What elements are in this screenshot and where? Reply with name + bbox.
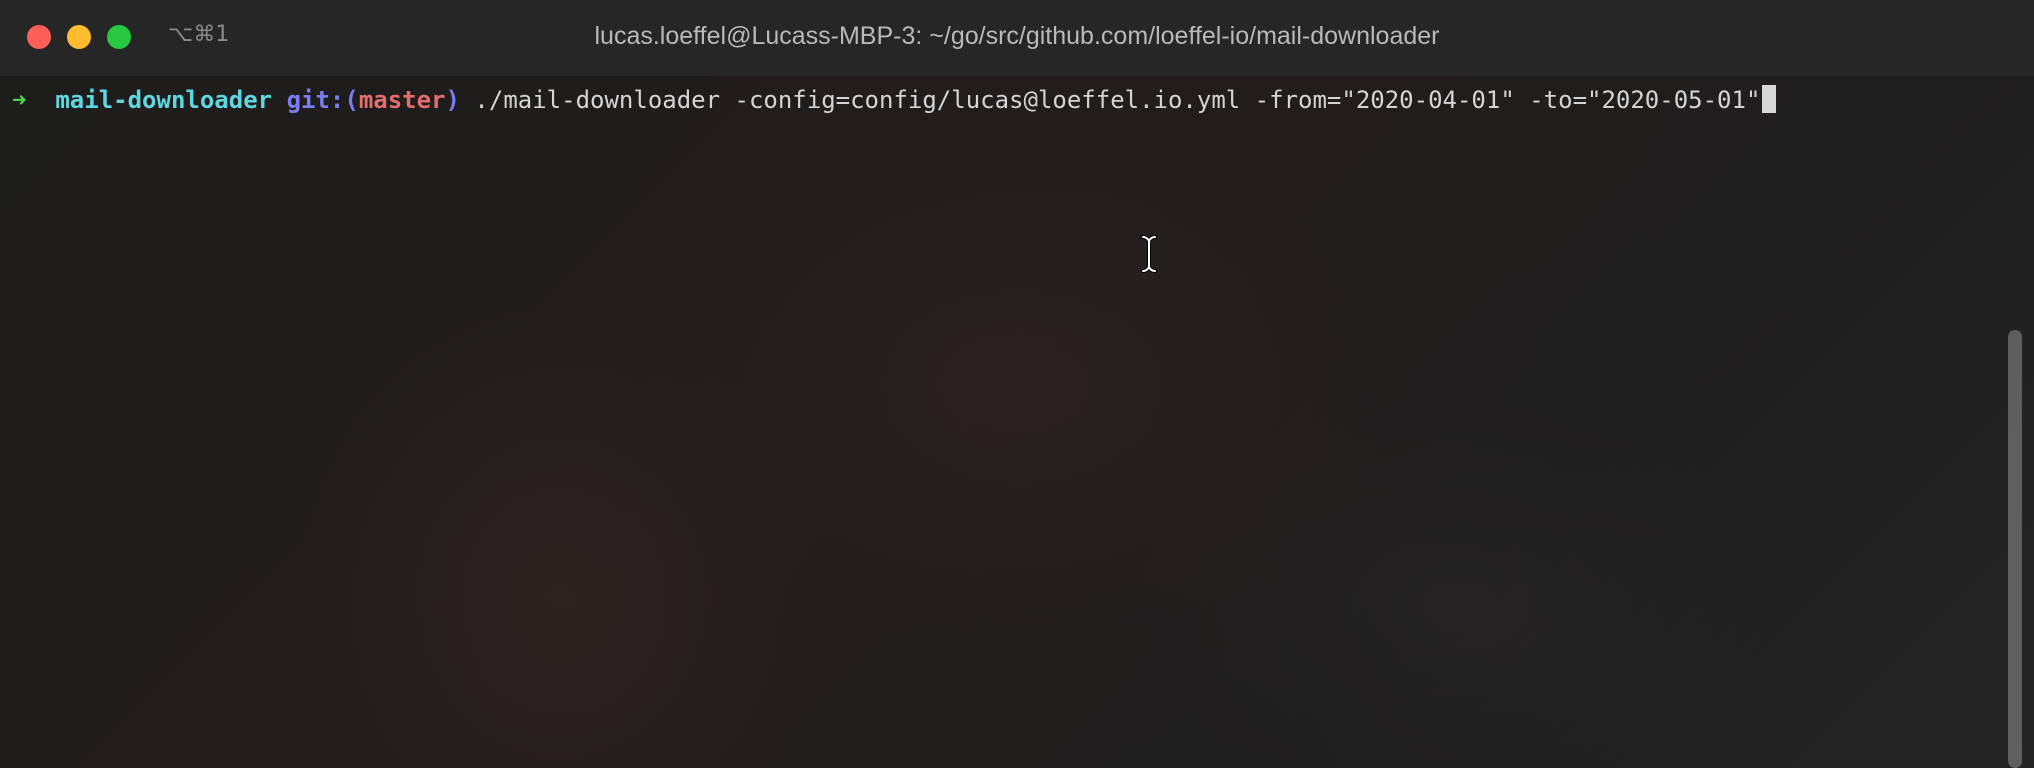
command-input[interactable]: ./mail-downloader -config=config/lucas@l… [474,86,1760,114]
git-branch: master [358,86,446,114]
terminal-content[interactable]: ➜ mail-downloader git:(master) ./mail-do… [0,76,2034,768]
window-title: lucas.loeffel@Lucass-MBP-3: ~/go/src/git… [594,22,1440,50]
terminal-window: ⌥⌘1 lucas.loeffel@Lucass-MBP-3: ~/go/src… [0,0,2034,768]
text-cursor-ibeam-icon [1141,235,1157,273]
git-suffix: ) [445,86,460,114]
command-prompt-line[interactable]: ➜ mail-downloader git:(master) ./mail-do… [12,82,1777,118]
title-bar[interactable]: ⌥⌘1 lucas.loeffel@Lucass-MBP-3: ~/go/src… [0,0,2034,76]
prompt-arrow-icon: ➜ [12,86,27,114]
terminal-cursor [1762,85,1777,113]
current-directory: mail-downloader [55,86,273,114]
vertical-scrollbar[interactable] [2008,330,2022,768]
git-prefix: git:( [286,86,359,114]
